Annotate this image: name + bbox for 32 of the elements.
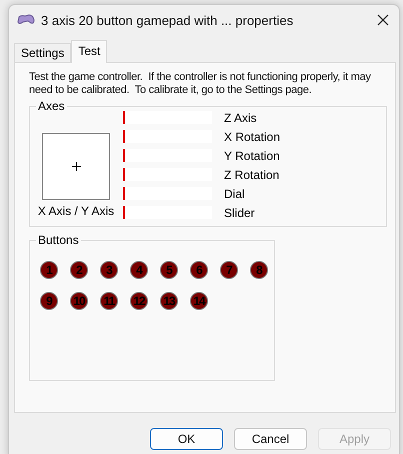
crosshair-icon (72, 162, 80, 171)
tab[interactable]: Test (71, 40, 108, 63)
gamepad-icon (17, 14, 35, 26)
axis-label: Z Axis (224, 110, 257, 124)
dialog-button[interactable]: Cancel (234, 428, 307, 450)
window-title: 3 axis 20 button gamepad with ... properties (41, 12, 294, 28)
button-indicator: 8 (250, 261, 268, 279)
button-indicator: 12 (130, 292, 148, 310)
button-indicator: 11 (100, 292, 118, 310)
button-indicator: 10 (70, 292, 88, 310)
close-icon[interactable] (377, 14, 389, 26)
group-title: Axes (37, 99, 66, 113)
button-indicator: 9 (40, 292, 58, 310)
axis-label: X Rotation (224, 130, 280, 144)
button-indicator: 14 (190, 292, 208, 310)
dialog-button[interactable]: OK (150, 428, 223, 450)
axis-label: Slider (224, 206, 255, 220)
group-title: Buttons (37, 233, 80, 247)
button-indicator: 13 (160, 292, 178, 310)
button-indicator: 6 (190, 261, 208, 279)
axis-label: Z Rotation (224, 168, 280, 182)
axis-label: Dial (224, 186, 245, 200)
axis-label: X Axis / Y Axis (38, 204, 114, 218)
tab[interactable]: Settings (14, 43, 72, 62)
description-text: Test the game controller. If the controller is not functioning properly, it may need to be calibrated. To calibrate it, go to the Settings page. (29, 71, 372, 97)
button-indicator: 2 (70, 261, 88, 279)
button-indicator: 5 (160, 261, 178, 279)
button-indicator: 4 (130, 261, 148, 279)
button-indicator: 3 (100, 261, 118, 279)
button-indicator: 7 (220, 261, 238, 279)
axis-label: Y Rotation (224, 148, 280, 162)
button-indicator: 1 (40, 261, 58, 279)
